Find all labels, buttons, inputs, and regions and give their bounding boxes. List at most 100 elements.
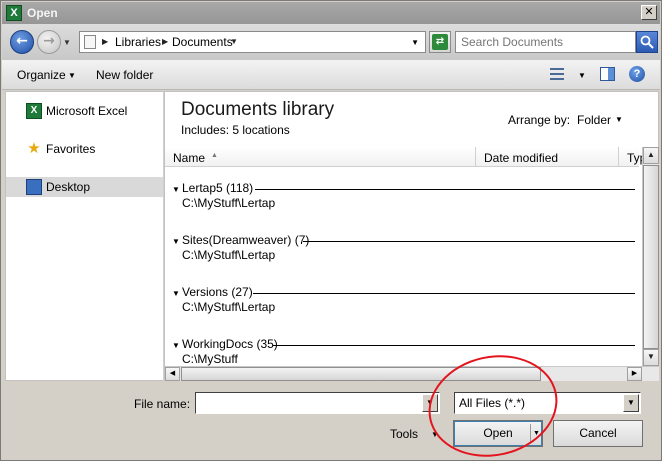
file-name-dropdown-icon[interactable]: ▼ — [422, 394, 438, 412]
open-split-dropdown-icon[interactable]: ▼ — [530, 424, 542, 443]
horizontal-scrollbar[interactable]: ◀ ▶ — [165, 366, 659, 381]
forward-button[interactable]: → — [37, 30, 61, 54]
tools-button[interactable]: Tools — [390, 427, 418, 441]
nav-item-label: Favorites — [46, 142, 96, 156]
search-box[interactable] — [455, 31, 636, 53]
group-path: C:\MyStuff\Lertap — [182, 248, 276, 262]
vertical-scrollbar[interactable]: ▲ ▼ — [642, 147, 659, 366]
file-list-pane[interactable]: Documents library Includes: 5 locations … — [164, 91, 659, 381]
arrange-by-label: Arrange by: — [508, 113, 571, 127]
arrow-left-icon: ← — [16, 33, 28, 49]
sort-ascending-icon: ▲ — [211, 152, 218, 159]
refresh-button[interactable]: ⇄ — [429, 31, 451, 53]
library-includes: Includes: 5 locations — [181, 123, 290, 137]
group-name: WorkingDocs (35) — [182, 337, 278, 351]
group-divider — [255, 189, 635, 190]
column-header-name[interactable]: Name ▲ — [165, 147, 476, 167]
cancel-button[interactable]: Cancel — [553, 420, 643, 447]
group-path: C:\MyStuff\Lertap — [182, 196, 276, 210]
breadcrumb-separator-icon[interactable]: ▶ — [162, 37, 168, 46]
star-icon: ★ — [27, 140, 41, 157]
column-name-label: Name — [173, 151, 206, 165]
refresh-icon: ⇄ — [432, 34, 448, 50]
chevron-down-icon[interactable]: ▼ — [68, 71, 76, 80]
change-view-icon[interactable] — [550, 68, 564, 80]
group-name: Versions (27) — [182, 285, 253, 299]
excel-icon: X — [26, 103, 42, 119]
group-name: Lertap5 (118) — [182, 181, 254, 195]
search-input[interactable] — [456, 32, 635, 52]
address-dropdown-icon[interactable]: ▼ — [411, 38, 419, 47]
search-button[interactable] — [636, 31, 658, 53]
scroll-down-icon[interactable]: ▼ — [643, 349, 659, 366]
back-button[interactable]: ← — [10, 30, 34, 54]
navigation-pane[interactable]: X Microsoft Excel ★ Favorites Desktop — [5, 91, 163, 381]
close-icon: ✕ — [644, 5, 654, 18]
file-name-combo[interactable]: ▼ — [195, 392, 440, 414]
group-divider — [253, 293, 635, 294]
file-type-dropdown-icon[interactable]: ▼ — [623, 394, 639, 412]
group-sites-dreamweaver[interactable]: ▼ Sites(Dreamweaver) (7) C:\MyStuff\Lert… — [165, 233, 639, 273]
scrollbar-thumb[interactable] — [181, 367, 541, 381]
nav-item-desktop[interactable]: Desktop — [6, 177, 163, 197]
command-toolbar: Organize ▼ New folder ▼ ? — [2, 60, 660, 90]
scrollbar-thumb[interactable] — [643, 165, 659, 349]
breadcrumb-separator-icon[interactable]: ▼ — [230, 37, 238, 46]
chevron-down-icon[interactable]: ▼ — [615, 115, 623, 124]
breadcrumb-separator-icon[interactable]: ▶ — [102, 37, 108, 46]
group-lertap5[interactable]: ▼ Lertap5 (118) C:\MyStuff\Lertap — [165, 181, 639, 221]
file-name-input[interactable] — [197, 394, 420, 412]
column-header-type[interactable]: Typ — [619, 147, 646, 167]
breadcrumb-libraries[interactable]: Libraries — [115, 35, 161, 49]
open-button-label: Open — [483, 426, 513, 440]
open-dialog: X Open ✕ ← → ▼ ▶ Libraries ▶ Documents ▼… — [0, 0, 662, 468]
scroll-left-icon[interactable]: ◀ — [165, 367, 180, 381]
window-title: Open — [27, 6, 58, 20]
address-bar[interactable]: ▶ Libraries ▶ Documents ▼ ▼ — [79, 31, 426, 53]
open-button[interactable]: Open ▼ — [453, 420, 543, 447]
column-header-date-modified[interactable]: Date modified — [476, 147, 619, 167]
new-folder-button[interactable]: New folder — [96, 68, 153, 82]
scroll-right-icon[interactable]: ▶ — [627, 367, 642, 381]
library-title: Documents library — [181, 99, 335, 120]
preview-pane-icon[interactable] — [600, 67, 615, 81]
group-divider — [273, 345, 635, 346]
column-date-label: Date modified — [484, 151, 559, 165]
breadcrumb-documents[interactable]: Documents — [172, 35, 233, 49]
scroll-up-icon[interactable]: ▲ — [643, 147, 659, 164]
chevron-down-icon: ▼ — [63, 38, 71, 47]
file-type-select[interactable]: All Files (*.*) ▼ — [454, 392, 641, 414]
address-row: ← → ▼ ▶ Libraries ▶ Documents ▼ ▼ ⇄ — [2, 24, 660, 60]
excel-app-icon: X — [6, 5, 22, 21]
collapse-triangle-icon[interactable]: ▼ — [172, 185, 180, 194]
group-divider — [303, 241, 635, 242]
help-icon[interactable]: ? — [629, 66, 645, 82]
file-type-value: All Files (*.*) — [459, 396, 526, 410]
collapse-triangle-icon[interactable]: ▼ — [172, 289, 180, 298]
includes-locations-link[interactable]: 5 locations — [232, 123, 289, 137]
group-versions[interactable]: ▼ Versions (27) C:\MyStuff\Lertap — [165, 285, 639, 325]
folder-icon — [84, 35, 96, 49]
close-button[interactable]: ✕ — [641, 5, 657, 20]
chevron-down-icon[interactable]: ▼ — [431, 430, 439, 439]
column-header-row: Name ▲ Date modified Typ — [165, 147, 646, 167]
nav-item-label: Desktop — [46, 180, 91, 194]
nav-item-microsoft-excel[interactable]: X Microsoft Excel — [6, 101, 163, 121]
nav-item-label: Microsoft Excel — [46, 104, 128, 118]
search-icon — [640, 35, 654, 49]
collapse-triangle-icon[interactable]: ▼ — [172, 237, 180, 246]
title-bar[interactable]: X Open ✕ — [2, 2, 660, 24]
recent-pages-dropdown[interactable]: ▼ — [63, 38, 71, 47]
cancel-button-label: Cancel — [579, 426, 617, 440]
arrange-by-dropdown[interactable]: Folder — [577, 113, 611, 127]
group-path: C:\MyStuff — [182, 352, 238, 366]
collapse-triangle-icon[interactable]: ▼ — [172, 341, 180, 350]
nav-item-favorites[interactable]: ★ Favorites — [6, 139, 163, 159]
view-dropdown-icon[interactable]: ▼ — [578, 71, 586, 80]
includes-label: Includes: — [181, 123, 230, 137]
group-path: C:\MyStuff\Lertap — [182, 300, 276, 314]
desktop-icon — [26, 179, 42, 195]
file-name-label: File name: — [134, 397, 191, 411]
organize-button[interactable]: Organize — [17, 68, 66, 82]
group-name: Sites(Dreamweaver) (7) — [182, 233, 310, 247]
